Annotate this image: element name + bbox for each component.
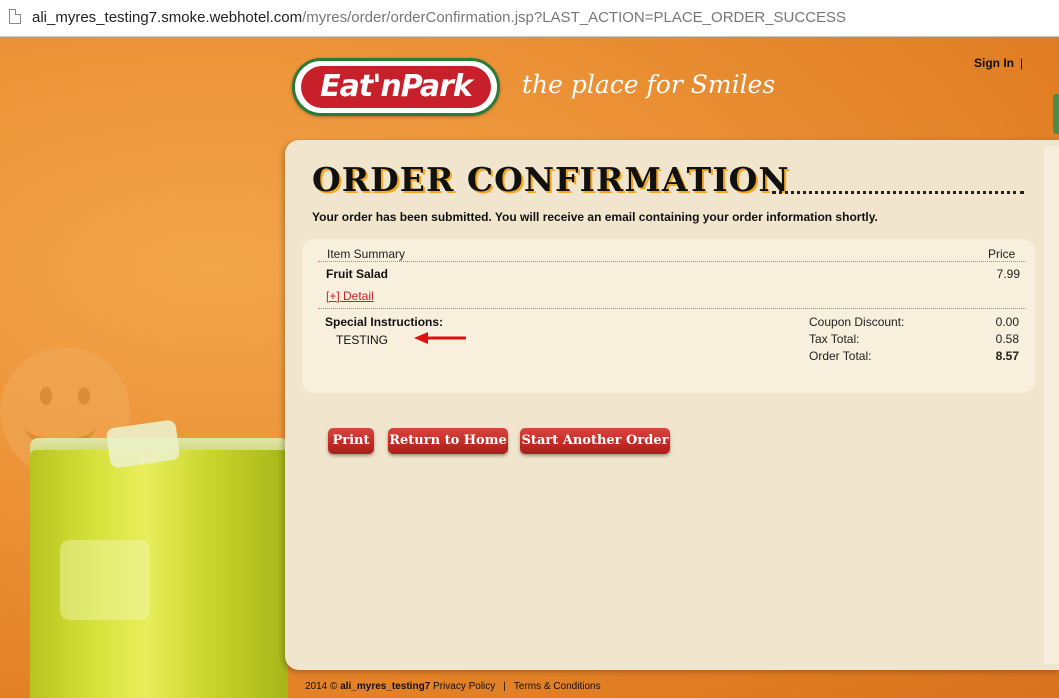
item-detail-link[interactable]: [+] Detail: [326, 289, 374, 303]
footer-username: ali_myres_testing7: [340, 681, 431, 692]
ice-cube-image: [60, 540, 150, 620]
order-total-value: 8.57: [995, 349, 1019, 363]
tagline: the place for Smiles: [522, 70, 776, 99]
footer: 2014 © ali_myres_testing7 Privacy Policy…: [305, 681, 601, 692]
summary-divider: [318, 261, 1026, 262]
return-home-button[interactable]: Return to Home: [388, 428, 508, 454]
privacy-policy-link[interactable]: Privacy Policy: [433, 681, 495, 692]
panel-scroll-edge: [1044, 146, 1059, 664]
tax-total-value: 0.58: [995, 332, 1019, 346]
side-tab: [1053, 94, 1059, 134]
sign-in-link[interactable]: Sign In: [974, 56, 1014, 70]
tax-total-label: Tax Total:: [809, 332, 860, 346]
footer-separator: |: [503, 681, 506, 692]
terms-link[interactable]: Terms & Conditions: [514, 681, 601, 692]
red-arrow-annotation-icon: [414, 332, 466, 344]
url-text[interactable]: ali_myres_testing7.smoke.webhotel.com/my…: [32, 9, 846, 26]
item-summary-header: Item Summary: [327, 247, 406, 261]
start-another-order-button[interactable]: Start Another Order: [520, 428, 670, 454]
url-host: ali_myres_testing7.smoke.webhotel.com: [32, 9, 303, 26]
sign-in-area: Sign In |: [974, 56, 1023, 70]
item-price: 7.99: [996, 267, 1020, 281]
order-total-label: Order Total:: [809, 349, 872, 363]
summary-divider: [318, 308, 1026, 309]
logo-text: Eat'nPark: [320, 69, 473, 104]
special-instructions-value: TESTING: [336, 333, 389, 347]
eatnpark-logo[interactable]: Eat'nPark: [292, 58, 500, 116]
confirmation-message: Your order has been submitted. You will …: [312, 210, 878, 224]
coupon-discount-label: Coupon Discount:: [809, 315, 905, 329]
page-title: ORDER CONFIRMATION: [312, 160, 790, 199]
title-divider: [772, 191, 1024, 194]
header-separator: |: [1020, 56, 1024, 70]
url-path: /myres/order/orderConfirmation.jsp?LAST_…: [302, 9, 847, 26]
print-button[interactable]: Print: [328, 428, 374, 454]
item-name: Fruit Salad: [326, 267, 389, 281]
address-bar[interactable]: ali_myres_testing7.smoke.webhotel.com/my…: [0, 0, 1059, 37]
price-header: Price: [988, 247, 1016, 261]
coupon-discount-value: 0.00: [995, 315, 1019, 329]
page-icon: [9, 9, 21, 24]
special-instructions-label: Special Instructions:: [325, 315, 444, 329]
copyright-text: 2014 ©: [305, 681, 338, 692]
